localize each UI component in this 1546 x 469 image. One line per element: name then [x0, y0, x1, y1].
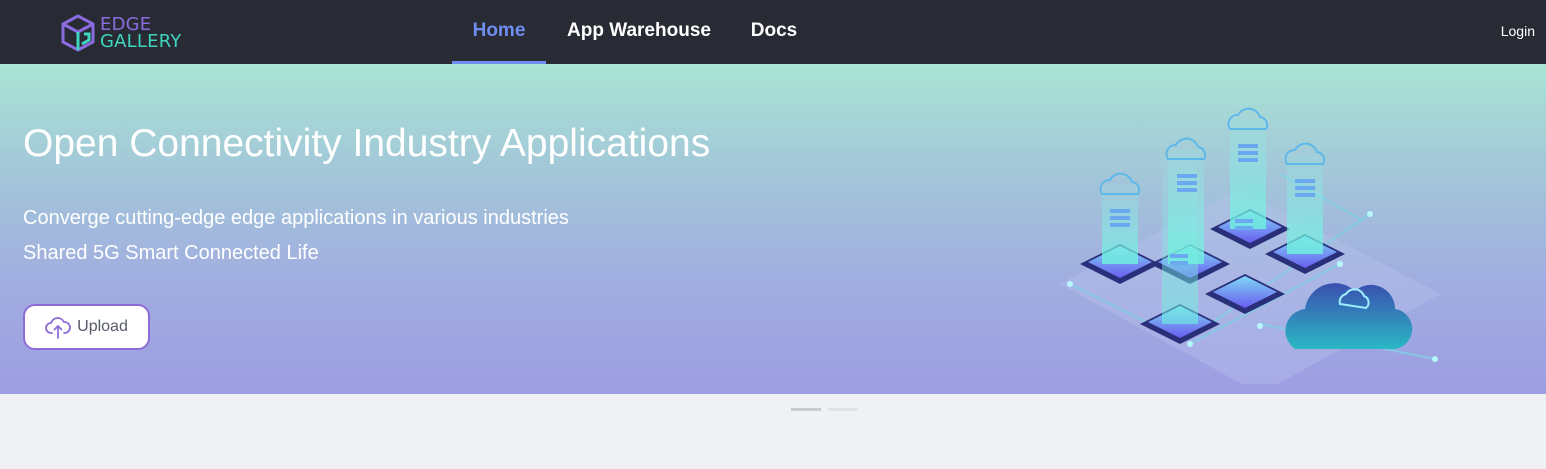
upload-button[interactable]: Upload — [23, 304, 150, 350]
logo-wordmark: EDGE GALLERY — [100, 16, 182, 52]
carousel-indicator-2[interactable] — [828, 408, 858, 411]
cube-logo-icon — [61, 14, 95, 52]
banner-subtitle-1: Converge cutting-edge edge applications … — [23, 207, 569, 229]
top-navigation-bar: EDGE GALLERY Home App Warehouse Docs Log… — [0, 0, 1546, 64]
nav-app-warehouse[interactable]: App Warehouse — [560, 0, 718, 64]
nav-home[interactable]: Home — [452, 0, 546, 64]
banner-title: Open Connectivity Industry Applications — [23, 122, 711, 165]
carousel-indicator-1[interactable] — [791, 408, 821, 411]
logo-line-2: GALLERY — [100, 31, 182, 52]
hero-banner: Open Connectivity Industry Applications … — [0, 64, 1546, 394]
banner-subtitle-2: Shared 5G Smart Connected Life — [23, 242, 319, 264]
login-link[interactable]: Login — [1501, 0, 1535, 64]
upload-button-label: Upload — [77, 318, 128, 335]
nav-docs[interactable]: Docs — [742, 0, 806, 64]
cloud-upload-icon — [45, 317, 72, 339]
edge-cloud-illustration — [1060, 107, 1440, 384]
edgegallery-logo[interactable]: EDGE GALLERY — [60, 12, 200, 54]
